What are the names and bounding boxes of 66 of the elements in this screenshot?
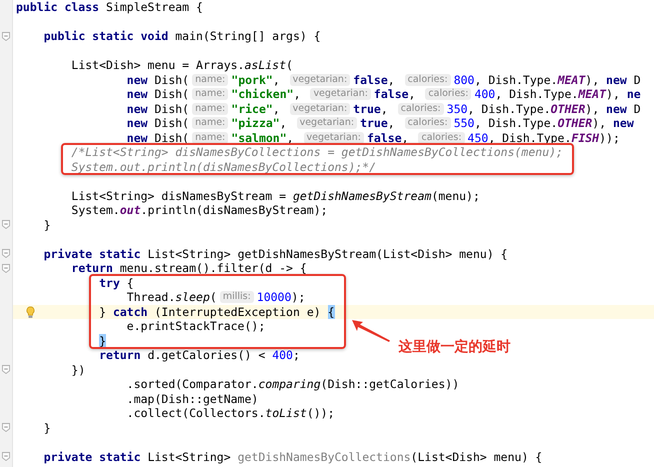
fold-marker-icon[interactable] [2, 249, 10, 258]
code-text: "pork", [231, 72, 281, 87]
parameter-hint: name: [192, 117, 228, 130]
parameter-hint: calories: [404, 117, 451, 130]
parameter-hint: vegetarian: [310, 88, 371, 100]
parameter-hint: calories: [398, 102, 444, 115]
fold-marker-icon[interactable] [2, 365, 10, 374]
parameter-hint: calories: [425, 88, 472, 100]
code-text: 800, Dish.Type.MEAT), new D [454, 72, 641, 87]
parameter-hint: vegetarian: [290, 102, 350, 115]
code-text: private static List<String> getDishNamesByStream(List<Dish> menu) { [44, 246, 508, 261]
parameter-hint: millis: [220, 291, 254, 304]
parameter-hint: name: [192, 132, 228, 144]
code-text: return d.getCalories() < 400; [99, 348, 300, 362]
parameter-hint: calories: [404, 74, 451, 86]
code-text: new Dish( [126, 72, 190, 87]
code-text: new Dish( [126, 102, 190, 116]
fold-marker-icon[interactable] [2, 220, 10, 230]
fold-marker-icon[interactable] [2, 423, 10, 432]
code-text: .sorted(Comparator.comparing(Dish::getCalories)) [126, 377, 460, 392]
parameter-hint: name: [192, 88, 228, 100]
code-text: true, [353, 102, 389, 116]
code-text: List<Dish> menu = Arrays.asList( [71, 58, 293, 72]
code-text: }) [71, 362, 86, 377]
parameter-hint: vegetarian: [290, 74, 350, 86]
lightbulb-icon[interactable] [26, 306, 35, 318]
fold-marker-icon[interactable] [2, 264, 10, 273]
code-text: false, [374, 87, 416, 102]
code-text: .collect(Collectors.toList()); [126, 406, 335, 420]
code-text: public class SimpleStream { [16, 0, 203, 14]
parameter-hint: name: [192, 102, 228, 115]
code-text: } [44, 420, 51, 435]
code-text: System.out.println(disNamesByCollections);*/ [71, 160, 376, 174]
parameter-hint: name: [192, 74, 228, 86]
code-text: } catch (InterruptedException e) { [99, 304, 335, 319]
code-text: try { [99, 276, 134, 290]
code-text: } [44, 218, 51, 232]
code-text: .map(Dish::getName) [126, 392, 258, 406]
code-text: Thread.sleep( [126, 290, 217, 304]
parameter-hint: vegetarian: [304, 132, 364, 144]
code-text: "chicken", [231, 87, 302, 102]
callout-text: 这里做一定的延时 [398, 338, 511, 356]
code-text: System.out.println(disNamesByStream); [71, 203, 328, 218]
code-text: new Dish( [126, 87, 190, 102]
code-text: return menu.stream().filter(d -> { [71, 261, 307, 276]
code-text: public static void main(String[] args) { [44, 29, 321, 44]
code-text: "rice", [231, 102, 281, 116]
code-text: 400, Dish.Type.MEAT), ne [474, 87, 641, 102]
code-text: 550, Dish.Type.OTHER), new [454, 116, 634, 130]
code-text: new Dish( [126, 116, 190, 130]
code-text: true, [360, 116, 396, 130]
code-text: "pizza", [231, 116, 288, 130]
parameter-hint: calories: [418, 132, 465, 144]
code-text: e.printStackTrace(); [126, 319, 266, 334]
code-text: List<String> disNamesByStream = getDishNamesByStream(menu); [71, 188, 480, 203]
code-text: /*List<String> disNamesByCollections = getDishNamesByCollections(menu); [71, 145, 563, 160]
fold-marker-icon[interactable] [2, 32, 10, 41]
code-text: } [99, 334, 106, 348]
code-text: new Dish( [126, 130, 190, 145]
fold-marker-icon[interactable] [2, 452, 10, 462]
code-text: 350, Dish.Type.OTHER), new D [446, 102, 641, 116]
code-text: private static List<String> getDishNamesByCollections(List<Dish> menu) { [44, 450, 542, 464]
callout-arrow [350, 318, 391, 343]
code-text: false, [353, 72, 396, 87]
parameter-hint: vegetarian: [296, 117, 358, 130]
code-text: 10000); [256, 290, 306, 304]
